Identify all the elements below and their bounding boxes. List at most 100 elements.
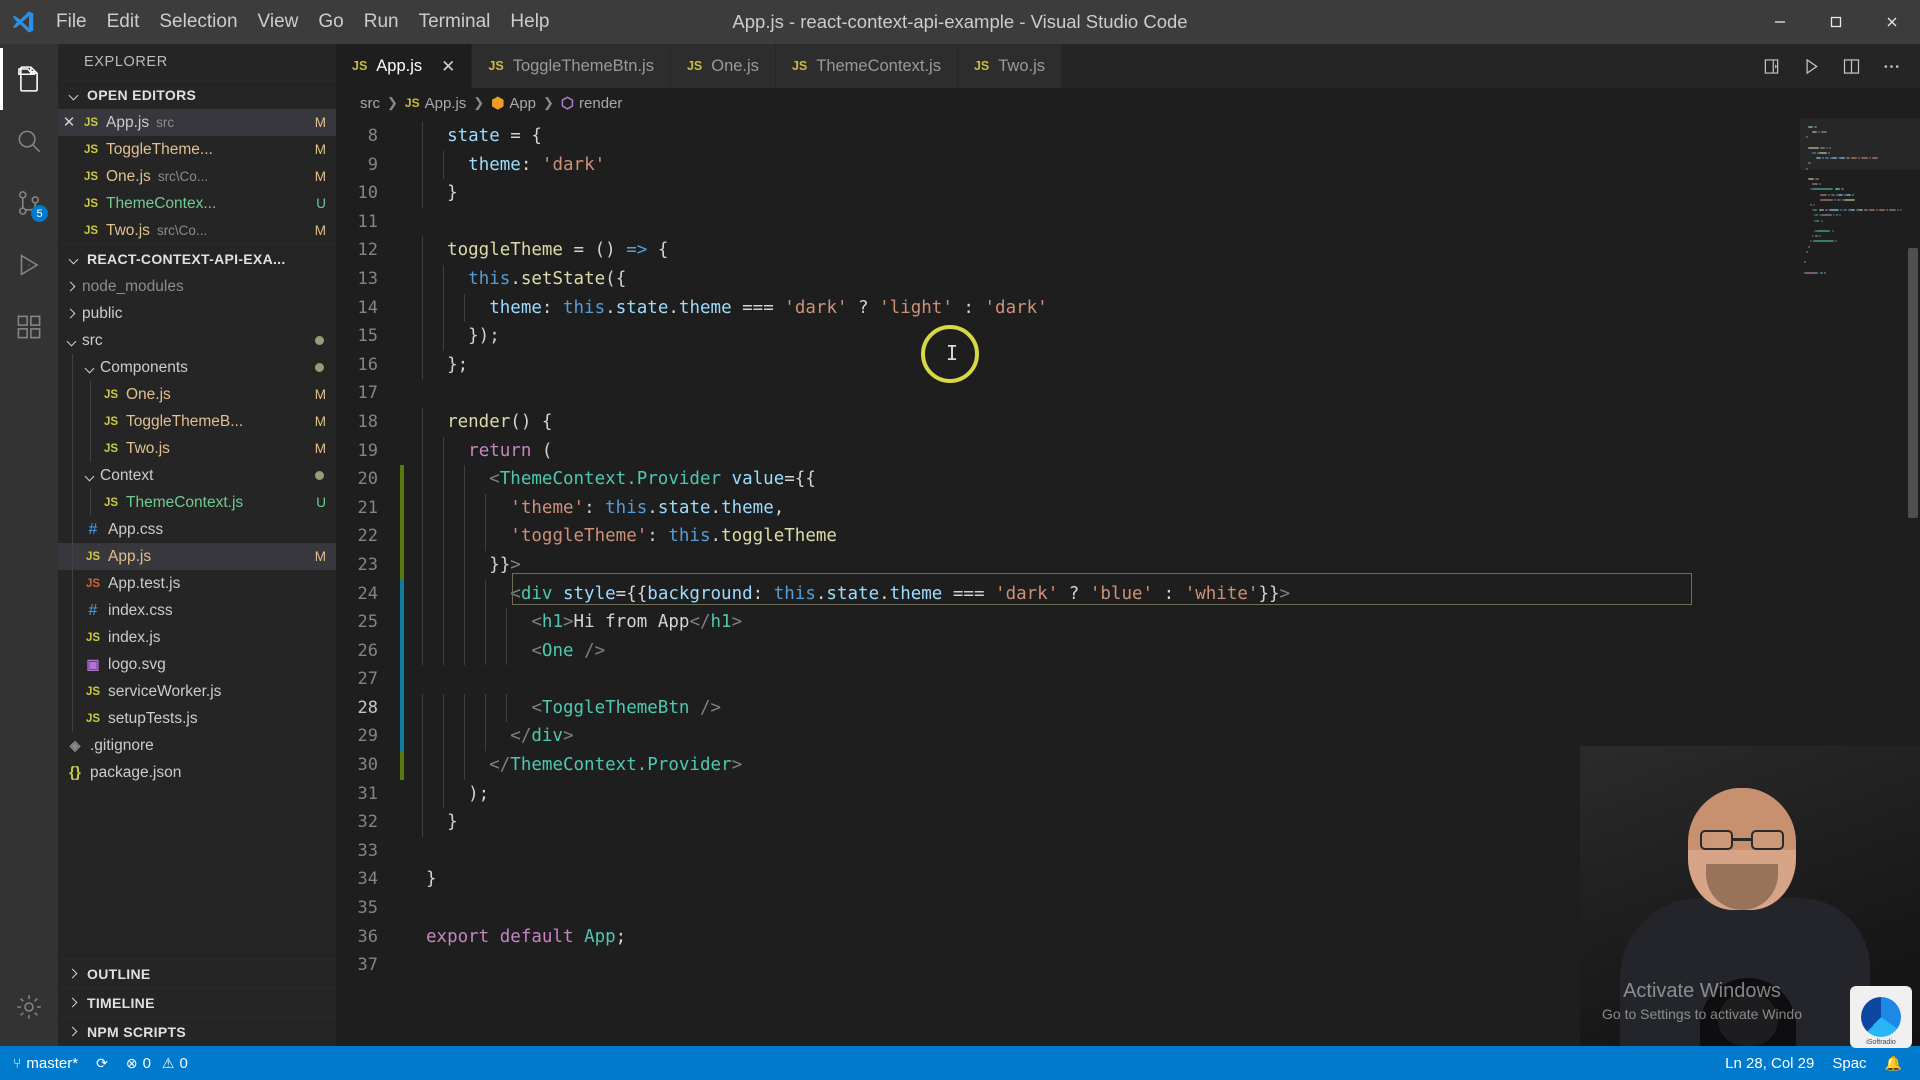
section-npm-scripts[interactable]: NPM SCRIPTS — [58, 1017, 336, 1046]
code-line[interactable]: 32 } — [336, 808, 1800, 837]
tree-file-logo-svg[interactable]: ▣ logo.svg — [58, 651, 336, 678]
code-line[interactable]: 36 export default App; — [336, 923, 1800, 952]
code-line[interactable]: 28 <ToggleThemeBtn /> — [336, 693, 1800, 723]
tree-folder-public[interactable]: public — [58, 300, 336, 327]
tree-file-setuptests-js[interactable]: JS setupTests.js — [58, 705, 336, 732]
tree-file-gitignore[interactable]: ◈ .gitignore — [58, 732, 336, 759]
close-icon[interactable]: ✕ — [58, 115, 80, 130]
code-line[interactable]: 10 } — [336, 179, 1800, 208]
open-editor-two-js[interactable]: JS Two.js src\Co... M — [58, 217, 336, 244]
code-line[interactable]: 35 — [336, 894, 1800, 923]
code-line[interactable]: 11 — [336, 208, 1800, 237]
status-indentation[interactable]: Spac — [1823, 1055, 1875, 1072]
tree-file-one-js[interactable]: JS One.js M — [58, 381, 336, 408]
menu-bar[interactable]: File Edit Selection View Go Run Terminal… — [46, 0, 560, 44]
code-line[interactable]: 12 toggleTheme = () => { — [336, 236, 1800, 265]
editor-scrollbar[interactable] — [1906, 118, 1920, 1046]
breadcrumb-class[interactable]: App — [509, 95, 536, 112]
menu-view[interactable]: View — [248, 0, 309, 44]
activity-run-debug[interactable] — [0, 234, 58, 296]
code-line[interactable]: 33 — [336, 837, 1800, 866]
more-actions-icon[interactable] — [1872, 44, 1910, 88]
menu-go[interactable]: Go — [308, 0, 353, 44]
tree-folder-src[interactable]: src — [58, 327, 336, 354]
code-line[interactable]: 13 this.setState({ — [336, 264, 1800, 294]
status-sync[interactable]: ⟳ — [87, 1046, 117, 1080]
section-project[interactable]: REACT-CONTEXT-API-EXA... — [58, 244, 336, 273]
tab-themecontext-js[interactable]: JS ThemeContext.js — [775, 44, 958, 88]
window-controls[interactable] — [1752, 0, 1920, 44]
activity-manage-settings[interactable] — [0, 976, 58, 1038]
code-line[interactable]: 16 }; — [336, 350, 1800, 380]
code-editor[interactable]: 8 state = {9 theme: 'dark' 10 } 11 12 toggl… — [336, 118, 1920, 1046]
split-editor-right-icon[interactable] — [1752, 44, 1790, 88]
open-editor-themecontext-js[interactable]: JS ThemeContex... U — [58, 190, 336, 217]
tree-file-themecontext-js[interactable]: JS ThemeContext.js U — [58, 489, 336, 516]
tree-file-package-json[interactable]: {} package.json — [58, 759, 336, 786]
maximize-button[interactable] — [1808, 0, 1864, 44]
code-line[interactable]: 18 render() { — [336, 407, 1800, 437]
tab-app-js[interactable]: JS App.js ✕ — [336, 44, 473, 88]
status-problems[interactable]: ⊗ 0 ⚠ 0 — [117, 1046, 197, 1080]
section-timeline[interactable]: TIMELINE — [58, 988, 336, 1017]
section-open-editors[interactable]: OPEN EDITORS — [58, 80, 336, 109]
activity-extensions[interactable] — [0, 296, 58, 358]
tree-file-togglethemeb[interactable]: JS ToggleThemeB... M — [58, 408, 336, 435]
menu-help[interactable]: Help — [500, 0, 559, 44]
menu-run[interactable]: Run — [354, 0, 409, 44]
menu-terminal[interactable]: Terminal — [409, 0, 501, 44]
code-line[interactable]: 15 }); — [336, 322, 1800, 351]
code-line[interactable]: 9 theme: 'dark' — [336, 150, 1800, 180]
code-line[interactable]: 37 — [336, 951, 1800, 980]
menu-selection[interactable]: Selection — [149, 0, 247, 44]
activity-explorer[interactable] — [0, 48, 58, 110]
breadcrumb[interactable]: src ❯ JS App.js ❯ ⬢ App ❯ ⬡ render — [336, 88, 1920, 118]
code-line[interactable]: 27 — [336, 665, 1800, 694]
tree-file-app-js[interactable]: JS App.js M — [58, 543, 336, 570]
code-line[interactable]: 8 state = { — [336, 122, 1800, 151]
minimap-slider[interactable] — [1800, 118, 1920, 170]
code-line[interactable]: 25 <h1>Hi from App</h1> — [336, 608, 1800, 637]
code-line[interactable]: 31 ); — [336, 779, 1800, 809]
tree-file-index-css[interactable]: # index.css — [58, 597, 336, 624]
tree-file-app-test-js[interactable]: JS App.test.js — [58, 570, 336, 597]
tree-file-index-js[interactable]: JS index.js — [58, 624, 336, 651]
tree-file-two-js[interactable]: JS Two.js M — [58, 435, 336, 462]
menu-file[interactable]: File — [46, 0, 97, 44]
breadcrumb-src[interactable]: src — [360, 95, 380, 112]
close-button[interactable] — [1864, 0, 1920, 44]
scrollbar-thumb[interactable] — [1908, 248, 1918, 518]
section-outline[interactable]: OUTLINE — [58, 959, 336, 988]
tree-file-serviceworker-js[interactable]: JS serviceWorker.js — [58, 678, 336, 705]
code-line[interactable]: 14 theme: this.state.theme === 'dark' ? … — [336, 293, 1800, 323]
status-cursor-position[interactable]: Ln 28, Col 29 — [1716, 1055, 1823, 1072]
code-line[interactable]: 17 — [336, 379, 1800, 408]
breadcrumb-file[interactable]: App.js — [425, 95, 467, 112]
code-line[interactable]: 19 return ( — [336, 436, 1800, 466]
tree-folder-components[interactable]: Components — [58, 354, 336, 381]
code-line[interactable]: 22 'toggleTheme': this.toggleTheme — [336, 522, 1800, 551]
code-line[interactable]: 26 <One /> — [336, 636, 1800, 666]
status-branch[interactable]: ⑂ master* — [4, 1046, 87, 1080]
code-line[interactable]: 21 'theme': this.state.theme, — [336, 493, 1800, 523]
run-and-debug-icon[interactable] — [1792, 44, 1830, 88]
close-icon[interactable]: ✕ — [441, 58, 455, 75]
code-line[interactable]: 20 <ThemeContext.Provider value={{ — [336, 465, 1800, 494]
open-editor-app-js[interactable]: ✕ JS App.js src M — [58, 109, 336, 136]
activity-source-control[interactable]: 5 — [0, 172, 58, 234]
open-editor-togglethemebtn-js[interactable]: JS ToggleTheme... M — [58, 136, 336, 163]
tab-togglethemebtn-js[interactable]: JS ToggleThemeBtn.js — [472, 44, 671, 88]
menu-edit[interactable]: Edit — [97, 0, 150, 44]
code-line[interactable]: 34} — [336, 865, 1800, 894]
tree-folder-context[interactable]: Context — [58, 462, 336, 489]
activity-search[interactable] — [0, 110, 58, 172]
minimap[interactable] — [1800, 118, 1920, 1046]
minimize-button[interactable] — [1752, 0, 1808, 44]
tab-one-js[interactable]: JS One.js — [670, 44, 776, 88]
tab-two-js[interactable]: JS Two.js — [957, 44, 1063, 88]
code-line[interactable]: 29 </div> — [336, 722, 1800, 752]
code-line[interactable]: 30 </ThemeContext.Provider> — [336, 751, 1800, 780]
tree-folder-node-modules[interactable]: node_modules — [58, 273, 336, 300]
status-notifications[interactable]: 🔔 — [1876, 1055, 1916, 1072]
breadcrumb-method[interactable]: render — [579, 95, 622, 112]
